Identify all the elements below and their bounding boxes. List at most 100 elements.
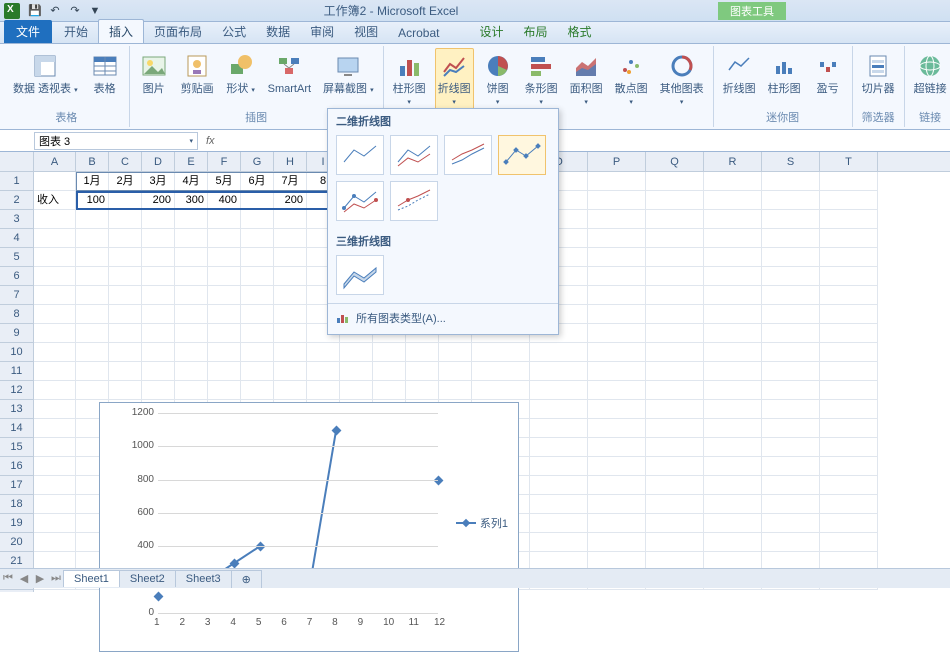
hyperlink-button[interactable]: 超链接 <box>911 48 950 98</box>
ribbon-tabs: 文件 开始 插入 页面布局 公式 数据 审阅 视图 Acrobat 设计 布局 … <box>0 22 950 44</box>
line-chart-type-4[interactable] <box>498 135 546 175</box>
sparkline-line-button[interactable]: 折线图 <box>720 48 759 98</box>
slicer-icon <box>863 51 893 81</box>
tab-page-layout[interactable]: 页面布局 <box>144 20 212 43</box>
smartart-icon <box>274 51 304 81</box>
chart-object[interactable]: 020040060080010001200123456789101112 系列1 <box>99 402 519 652</box>
excel-icon <box>4 3 20 19</box>
window-title: 工作簿2 - Microsoft Excel <box>104 2 678 19</box>
picture-button[interactable]: 图片 <box>136 48 172 98</box>
row-headers[interactable]: 12345678910111213141516171819202122 <box>0 172 34 592</box>
tab-view[interactable]: 视图 <box>344 20 388 43</box>
new-sheet-button[interactable]: ⊕ <box>231 570 262 588</box>
clipart-label: 剪贴画 <box>181 83 214 95</box>
picture-label: 图片 <box>143 83 165 95</box>
area-chart-label: 面积图▾ <box>570 83 603 109</box>
screenshot-button[interactable]: 屏幕截图 ▾ <box>320 48 377 100</box>
table-icon <box>90 51 120 81</box>
screenshot-icon <box>333 51 363 81</box>
sparkline-column-button[interactable]: 柱形图 <box>765 48 804 98</box>
dropdown-section-3d: 三维折线图 <box>328 229 558 253</box>
clipart-icon <box>182 51 212 81</box>
tab-home[interactable]: 开始 <box>54 20 98 43</box>
undo-icon[interactable]: ↶ <box>46 2 64 20</box>
shapes-button[interactable]: 形状 ▾ <box>223 48 259 100</box>
all-chart-types-item[interactable]: 所有图表类型(A)... <box>328 303 558 328</box>
bar-chart-icon <box>526 51 556 81</box>
redo-icon[interactable]: ↷ <box>66 2 84 20</box>
tab-chart-layout[interactable]: 布局 <box>514 20 558 43</box>
legend-marker-icon <box>456 522 476 524</box>
pie-chart-icon <box>483 51 513 81</box>
hyperlink-label: 超链接 <box>914 83 947 95</box>
smartart-button[interactable]: SmartArt <box>265 48 314 98</box>
sheet-tab-bar: ⏮ ◀ ▶ ⏭ Sheet1 Sheet2 Sheet3 ⊕ <box>0 568 950 588</box>
sheet-tab-1[interactable]: Sheet1 <box>63 570 120 587</box>
other-chart-icon <box>667 51 697 81</box>
tab-formulas[interactable]: 公式 <box>212 20 256 43</box>
bar-chart-label: 条形图▾ <box>525 83 558 109</box>
sheet-nav-prev-icon[interactable]: ◀ <box>16 572 32 585</box>
line-chart-type-5[interactable] <box>336 181 384 221</box>
pie-chart-button[interactable]: 饼图▾ <box>480 48 516 112</box>
fx-label[interactable]: fx <box>206 135 215 147</box>
tab-insert[interactable]: 插入 <box>98 19 144 43</box>
hyperlink-icon <box>915 51 945 81</box>
line-chart-type-2[interactable] <box>390 135 438 175</box>
sparkline-column-label: 柱形图 <box>768 83 801 95</box>
clipart-button[interactable]: 剪贴画 <box>178 48 217 98</box>
sheet-nav-next-icon[interactable]: ▶ <box>32 572 48 585</box>
name-box[interactable]: 图表 3▾ <box>34 132 198 150</box>
select-all-corner[interactable] <box>0 152 34 172</box>
pivot-table-label: 数据 透视表 ▾ <box>13 83 78 97</box>
chart-legend[interactable]: 系列1 <box>456 515 508 531</box>
sparkline-winloss-label: 盈亏 <box>817 83 839 95</box>
sheet-tab-3[interactable]: Sheet3 <box>175 570 232 587</box>
area-chart-button[interactable]: 面积图▾ <box>567 48 606 112</box>
tab-review[interactable]: 审阅 <box>300 20 344 43</box>
column-chart-label: 柱形图▾ <box>393 83 426 109</box>
line-chart-button[interactable]: 折线图▾ <box>435 48 474 112</box>
qat-customize-icon[interactable]: ▼ <box>86 2 104 20</box>
sparkline-winloss-icon <box>813 51 843 81</box>
sparkline-column-icon <box>769 51 799 81</box>
line-chart-type-6[interactable] <box>390 181 438 221</box>
line-chart-type-1[interactable] <box>336 135 384 175</box>
sheet-nav-last-icon[interactable]: ⏭ <box>48 572 64 585</box>
other-chart-button[interactable]: 其他图表▾ <box>657 48 707 112</box>
sparkline-winloss-button[interactable]: 盈亏 <box>810 48 846 98</box>
sparkline-line-label: 折线图 <box>723 83 756 95</box>
table-label: 表格 <box>94 83 116 95</box>
picture-icon <box>139 51 169 81</box>
save-icon[interactable]: 💾 <box>26 2 44 20</box>
tab-file[interactable]: 文件 <box>4 20 52 43</box>
scatter-chart-label: 散点图▾ <box>615 83 648 109</box>
line-chart-3d-type-1[interactable] <box>336 255 384 295</box>
bar-chart-button[interactable]: 条形图▾ <box>522 48 561 112</box>
sheet-nav-first-icon[interactable]: ⏮ <box>0 572 16 585</box>
sheet-tab-2[interactable]: Sheet2 <box>119 570 176 587</box>
sparkline-line-icon <box>724 51 754 81</box>
area-chart-icon <box>571 51 601 81</box>
tab-chart-format[interactable]: 格式 <box>558 20 602 43</box>
tab-acrobat[interactable]: Acrobat <box>388 23 449 43</box>
scatter-chart-button[interactable]: 散点图▾ <box>612 48 651 112</box>
plot-area[interactable]: 020040060080010001200123456789101112 <box>130 413 438 621</box>
group-filters-label: 筛选器 <box>862 109 895 125</box>
table-button[interactable]: 表格 <box>87 48 123 98</box>
screenshot-label: 屏幕截图 ▾ <box>323 83 374 97</box>
legend-series-label: 系列1 <box>480 515 508 531</box>
column-chart-button[interactable]: 柱形图▾ <box>390 48 429 112</box>
line-chart-type-3[interactable] <box>444 135 492 175</box>
tab-data[interactable]: 数据 <box>256 20 300 43</box>
group-illustrations-label: 插图 <box>245 109 267 125</box>
pivot-table-button[interactable]: 数据 透视表 ▾ <box>10 48 81 100</box>
tab-chart-design[interactable]: 设计 <box>469 20 513 43</box>
group-links-label: 链接 <box>919 109 941 125</box>
pivot-table-icon <box>30 51 60 81</box>
group-sparklines-label: 迷你图 <box>766 109 799 125</box>
line-chart-label: 折线图▾ <box>438 83 471 109</box>
all-chart-types-icon <box>336 312 350 324</box>
slicer-button[interactable]: 切片器 <box>859 48 898 98</box>
group-tables-label: 表格 <box>55 109 77 125</box>
